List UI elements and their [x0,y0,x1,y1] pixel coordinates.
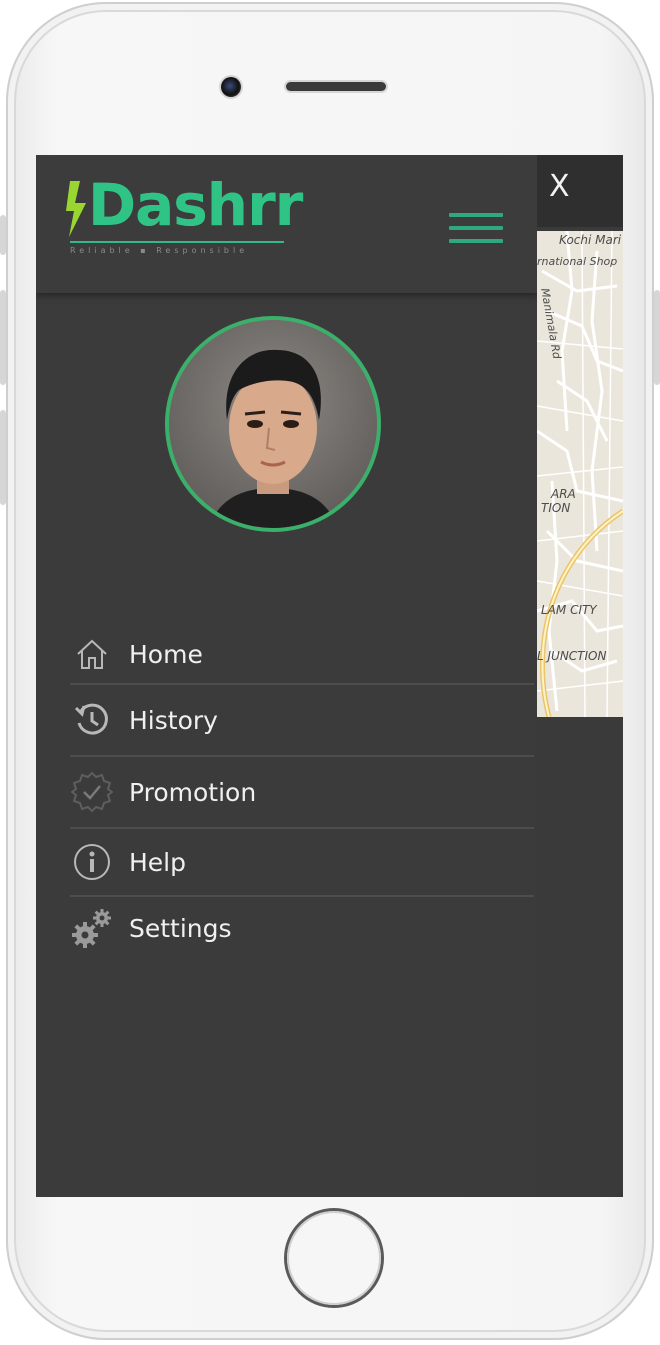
dashrr-logo: Dashrr Reliable ▪ Responsible [66,171,303,262]
map-view[interactable]: Kochi Mari rnational Shop Manimala Rd AR… [537,231,623,717]
power-button [654,290,660,385]
menu-item-history[interactable]: History [70,685,534,757]
logo-underline [70,241,284,243]
menu-label-settings: Settings [129,913,232,943]
map-label: TION [541,501,571,515]
volume-up-button [0,290,6,385]
history-icon [70,698,114,742]
menu-item-settings[interactable]: Settings [70,897,534,959]
map-label: LAM CITY [541,603,597,617]
map-label: L JUNCTION [537,649,607,663]
logo-tagline: Reliable ▪ Responsible [70,246,249,255]
menu-item-help[interactable]: Help [70,829,534,897]
menu-label-promotion: Promotion [129,777,257,807]
front-camera [221,77,241,97]
menu-item-home[interactable]: Home [70,625,534,685]
navigation-drawer: Dashrr Reliable ▪ Responsible Home Histo… [36,155,537,1197]
home-icon [70,632,114,676]
lightning-bolt-icon [66,181,86,237]
logo-text: Dashrr [88,171,303,239]
main-content-peek: X Kochi Mari rnational Shop Manimala Rd … [537,155,623,1197]
info-icon [70,840,114,884]
menu-label-history: History [129,705,218,735]
promotion-badge-icon [70,770,114,814]
map-label: rnational Shop [537,255,618,268]
mute-switch [0,215,6,255]
menu-item-promotion[interactable]: Promotion [70,757,534,829]
close-drawer-button[interactable]: X [549,169,570,204]
app-screen: Dashrr Reliable ▪ Responsible Home Histo… [36,155,623,1197]
map-label: ARA [551,487,576,501]
profile-photo [169,320,377,528]
drawer-header: Dashrr Reliable ▪ Responsible [36,155,537,293]
menu-label-help: Help [129,847,186,877]
menu-label-home: Home [129,639,203,669]
profile-avatar[interactable] [165,316,381,532]
volume-down-button [0,410,6,505]
top-bar: X [537,155,623,227]
hamburger-menu-icon[interactable] [449,213,503,245]
drawer-menu: Home History Promotion Help Settings [70,625,534,959]
gears-icon [70,906,114,950]
earpiece-speaker [286,82,386,91]
map-label: Kochi Mari [559,233,622,247]
home-button[interactable] [287,1211,381,1305]
